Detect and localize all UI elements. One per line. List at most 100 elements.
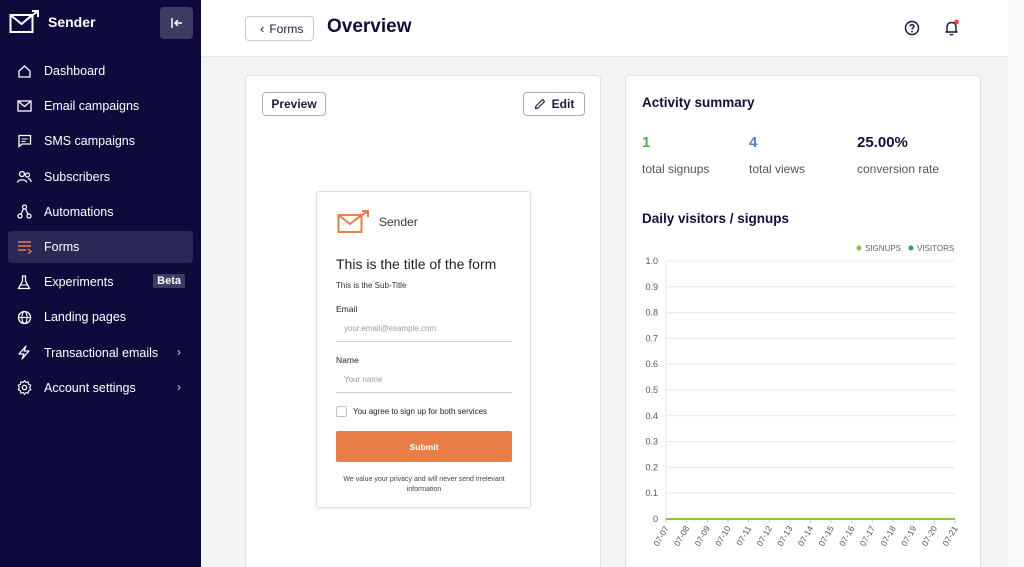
privacy-note: We value your privacy and will never sen… — [343, 476, 505, 493]
form-submit-button[interactable]: Submit — [336, 431, 512, 462]
daily-visitors-chart: SIGNUPS VISITORS 0 0.1 0.2 0.3 0.4 0.5 0.6 0.7 0.8… — [645, 244, 960, 548]
activity-summary-title: Activity summary — [642, 95, 755, 110]
x-tick-label: 07-10 — [713, 524, 733, 548]
x-tick-label: 07-16 — [837, 524, 857, 548]
y-tick-label: 0.3 — [645, 437, 658, 447]
legend-swatch — [908, 245, 914, 251]
activity-summary-card: Activity summary 1 total signups 4 total… — [625, 75, 981, 567]
sidebar-item-sms-campaigns[interactable]: SMS campaigns — [8, 125, 193, 157]
x-tick-label: 07-20 — [920, 524, 940, 548]
x-tick-label: 07-09 — [692, 524, 712, 548]
sidebar-item-label: Landing pages — [44, 310, 127, 325]
forms-icon — [16, 239, 32, 255]
y-tick-label: 0.5 — [645, 385, 658, 395]
edit-button[interactable]: Edit — [523, 92, 585, 116]
x-tick-label: 07-12 — [754, 524, 774, 548]
back-to-forms-button[interactable]: ‹ Forms — [245, 16, 315, 41]
sidebar-item-transactional-emails[interactable]: Transactional emails › — [8, 337, 193, 369]
envelope-icon — [16, 98, 32, 114]
sidebar-item-label: Account settings — [44, 380, 136, 395]
back-button-label: Forms — [269, 21, 304, 36]
flask-icon — [16, 274, 32, 290]
sender-logo-icon — [9, 10, 39, 33]
name-label: Name — [336, 355, 359, 365]
legend-label: SIGNUPS — [865, 244, 901, 253]
sidebar-nav: Dashboard Email campaigns SMS campaigns … — [8, 55, 193, 407]
total-views-value: 4 — [749, 134, 758, 151]
preview-button[interactable]: Preview — [262, 92, 326, 116]
sidebar-item-subscribers[interactable]: Subscribers — [8, 161, 193, 193]
sidebar-item-label: Dashboard — [44, 64, 106, 78]
signup-form-preview: Sender This is the title of the form Thi… — [316, 191, 531, 508]
y-tick-label: 0 — [653, 514, 658, 524]
conversion-rate-label: conversion rate — [857, 162, 940, 176]
y-tick-label: 1.0 — [645, 256, 658, 266]
sidebar-item-label: Transactional emails — [44, 345, 159, 360]
sidebar-item-experiments[interactable]: Experiments Beta — [8, 266, 193, 298]
total-views-label: total views — [749, 162, 806, 176]
total-signups-label: total signups — [642, 162, 710, 176]
gear-icon — [16, 380, 32, 396]
scrollbar-track[interactable] — [1008, 0, 1024, 567]
sidebar-item-account-settings[interactable]: Account settings › — [8, 372, 193, 404]
home-icon — [16, 63, 32, 79]
sender-logo-icon — [337, 210, 369, 233]
sidebar-item-email-campaigns[interactable]: Email campaigns — [8, 90, 193, 122]
y-tick-label: 0.1 — [645, 488, 658, 498]
globe-icon — [16, 309, 32, 325]
sidebar-item-label: Subscribers — [44, 169, 110, 184]
x-tick-label: 07-07 — [651, 524, 671, 548]
x-tick-label: 07-21 — [940, 524, 960, 548]
x-tick-label: 07-18 — [878, 524, 898, 548]
email-label: Email — [336, 304, 358, 314]
chevron-left-icon: ‹ — [260, 20, 265, 36]
x-tick-label: 07-08 — [672, 524, 692, 548]
sidebar-item-automations[interactable]: Automations — [8, 196, 193, 228]
form-subtitle: This is the Sub-Title — [336, 281, 407, 290]
chart-title: Daily visitors / signups — [642, 211, 790, 226]
notification-dot — [954, 19, 959, 25]
y-tick-label: 0.4 — [645, 411, 658, 421]
sidebar: Sender Dashboard Email campaigns SMS cam… — [0, 0, 201, 567]
x-tick-label: 07-17 — [858, 524, 878, 548]
x-tick-label: 07-11 — [734, 524, 753, 548]
name-field[interactable]: Your name — [336, 371, 512, 393]
consent-checkbox[interactable] — [336, 406, 347, 417]
chevron-right-icon: › — [177, 379, 181, 394]
form-logo-text: Sender — [379, 215, 418, 229]
form-title: This is the title of the form — [336, 256, 497, 272]
page-title: Overview — [327, 16, 412, 37]
notifications-bell-icon[interactable] — [943, 19, 961, 42]
collapse-sidebar-button[interactable] — [160, 7, 193, 39]
conversion-rate-value: 25.00% — [857, 134, 908, 151]
automation-icon — [16, 204, 32, 220]
pencil-icon — [534, 98, 545, 110]
brand-name: Sender — [48, 14, 96, 30]
consent-checkbox-label: You agree to sign up for both services — [353, 407, 488, 416]
collapse-icon — [170, 18, 182, 28]
sidebar-item-label: Automations — [44, 204, 114, 219]
sidebar-item-label: Email campaigns — [44, 99, 140, 114]
sidebar-item-forms[interactable]: Forms — [8, 230, 193, 263]
consent-checkbox-row[interactable]: You agree to sign up for both services — [336, 406, 487, 417]
y-tick-label: 0.7 — [645, 333, 658, 343]
sidebar-item-label: Forms — [44, 239, 80, 254]
users-icon — [16, 169, 32, 185]
x-tick-label: 07-13 — [775, 524, 795, 548]
email-field[interactable]: your.email@example.com — [336, 320, 512, 342]
y-tick-label: 0.2 — [645, 462, 658, 472]
form-logo: Sender — [337, 210, 418, 234]
sidebar-item-label: Experiments — [44, 275, 114, 290]
help-icon[interactable] — [904, 20, 920, 41]
sidebar-item-label: SMS campaigns — [44, 134, 136, 149]
brand-logo[interactable]: Sender — [9, 10, 95, 34]
chevron-right-icon: › — [177, 344, 181, 359]
form-preview-card: Preview Edit Sender This is the title of… — [245, 75, 601, 567]
y-tick-label: 0.9 — [645, 282, 658, 292]
lightning-icon — [16, 345, 32, 361]
y-tick-label: 0.8 — [645, 308, 658, 318]
x-tick-label: 07-19 — [899, 524, 919, 548]
sidebar-item-dashboard[interactable]: Dashboard — [8, 55, 193, 87]
legend-swatch — [856, 245, 862, 251]
sidebar-item-landing-pages[interactable]: Landing pages — [8, 301, 193, 333]
